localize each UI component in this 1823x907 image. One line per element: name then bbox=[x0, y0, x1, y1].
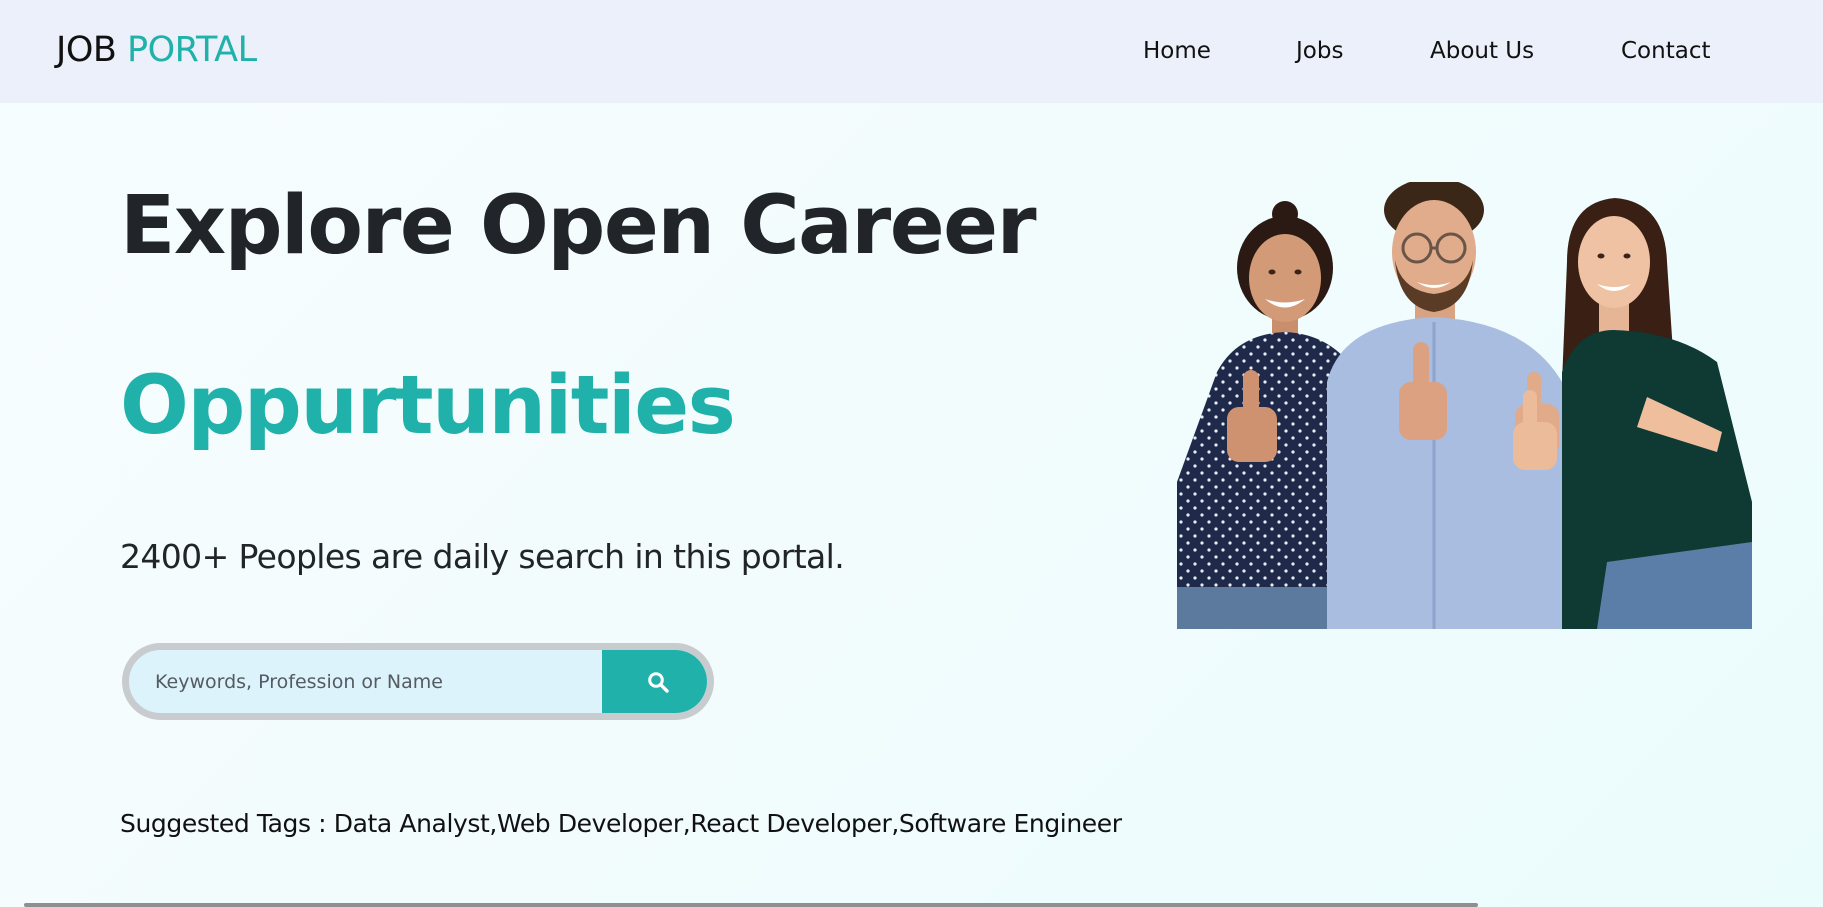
hero-image bbox=[1177, 182, 1752, 629]
brand-logo[interactable]: JOB PORTAL bbox=[56, 29, 257, 71]
search-bar bbox=[122, 643, 714, 720]
suggested-tags: Suggested Tags : Data Analyst,Web Develo… bbox=[120, 809, 1122, 839]
search-icon bbox=[648, 672, 669, 693]
suggested-tags-label: Suggested Tags : bbox=[120, 809, 334, 838]
tag-software-engineer[interactable]: Software Engineer bbox=[899, 809, 1122, 838]
people-thumbs-up-illustration bbox=[1177, 182, 1752, 629]
brand-word-job: JOB bbox=[56, 30, 117, 70]
search-button[interactable] bbox=[602, 650, 707, 713]
hero-title: Explore Open Career bbox=[120, 179, 1037, 273]
horizontal-scrollbar[interactable] bbox=[24, 903, 1478, 907]
nav-contact[interactable]: Contact bbox=[1621, 36, 1710, 66]
hero-tagline: 2400+ Peoples are daily search in this p… bbox=[120, 537, 845, 576]
tag-separator: , bbox=[891, 809, 899, 838]
search-input[interactable] bbox=[129, 650, 594, 713]
tag-react-developer[interactable]: React Developer bbox=[690, 809, 891, 838]
hero-subtitle: Oppurtunities bbox=[120, 359, 736, 453]
tag-web-developer[interactable]: Web Developer bbox=[497, 809, 683, 838]
tag-data-analyst[interactable]: Data Analyst bbox=[334, 809, 490, 838]
brand-word-portal: PORTAL bbox=[127, 30, 257, 70]
nav-jobs[interactable]: Jobs bbox=[1296, 36, 1343, 66]
navbar: JOB PORTAL Home Jobs About Us Contact bbox=[0, 0, 1823, 103]
nav-about-us[interactable]: About Us bbox=[1430, 36, 1534, 66]
nav-home[interactable]: Home bbox=[1143, 36, 1211, 66]
tag-separator: , bbox=[489, 809, 497, 838]
